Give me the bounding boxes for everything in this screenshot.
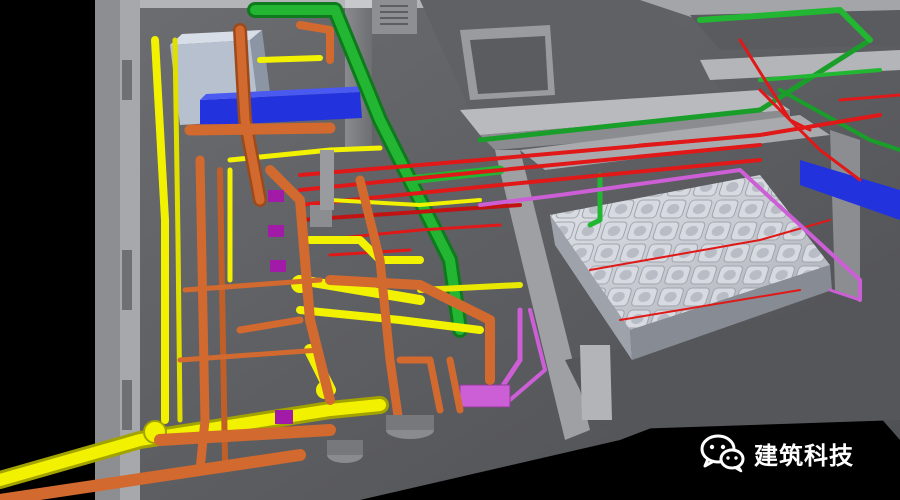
wechat-icon — [700, 434, 745, 473]
bim-model-render — [0, 0, 900, 500]
watermark: 建筑科技 — [700, 430, 854, 476]
watermark-text: 建筑科技 — [754, 441, 854, 470]
left-outer-wall — [95, 0, 140, 500]
